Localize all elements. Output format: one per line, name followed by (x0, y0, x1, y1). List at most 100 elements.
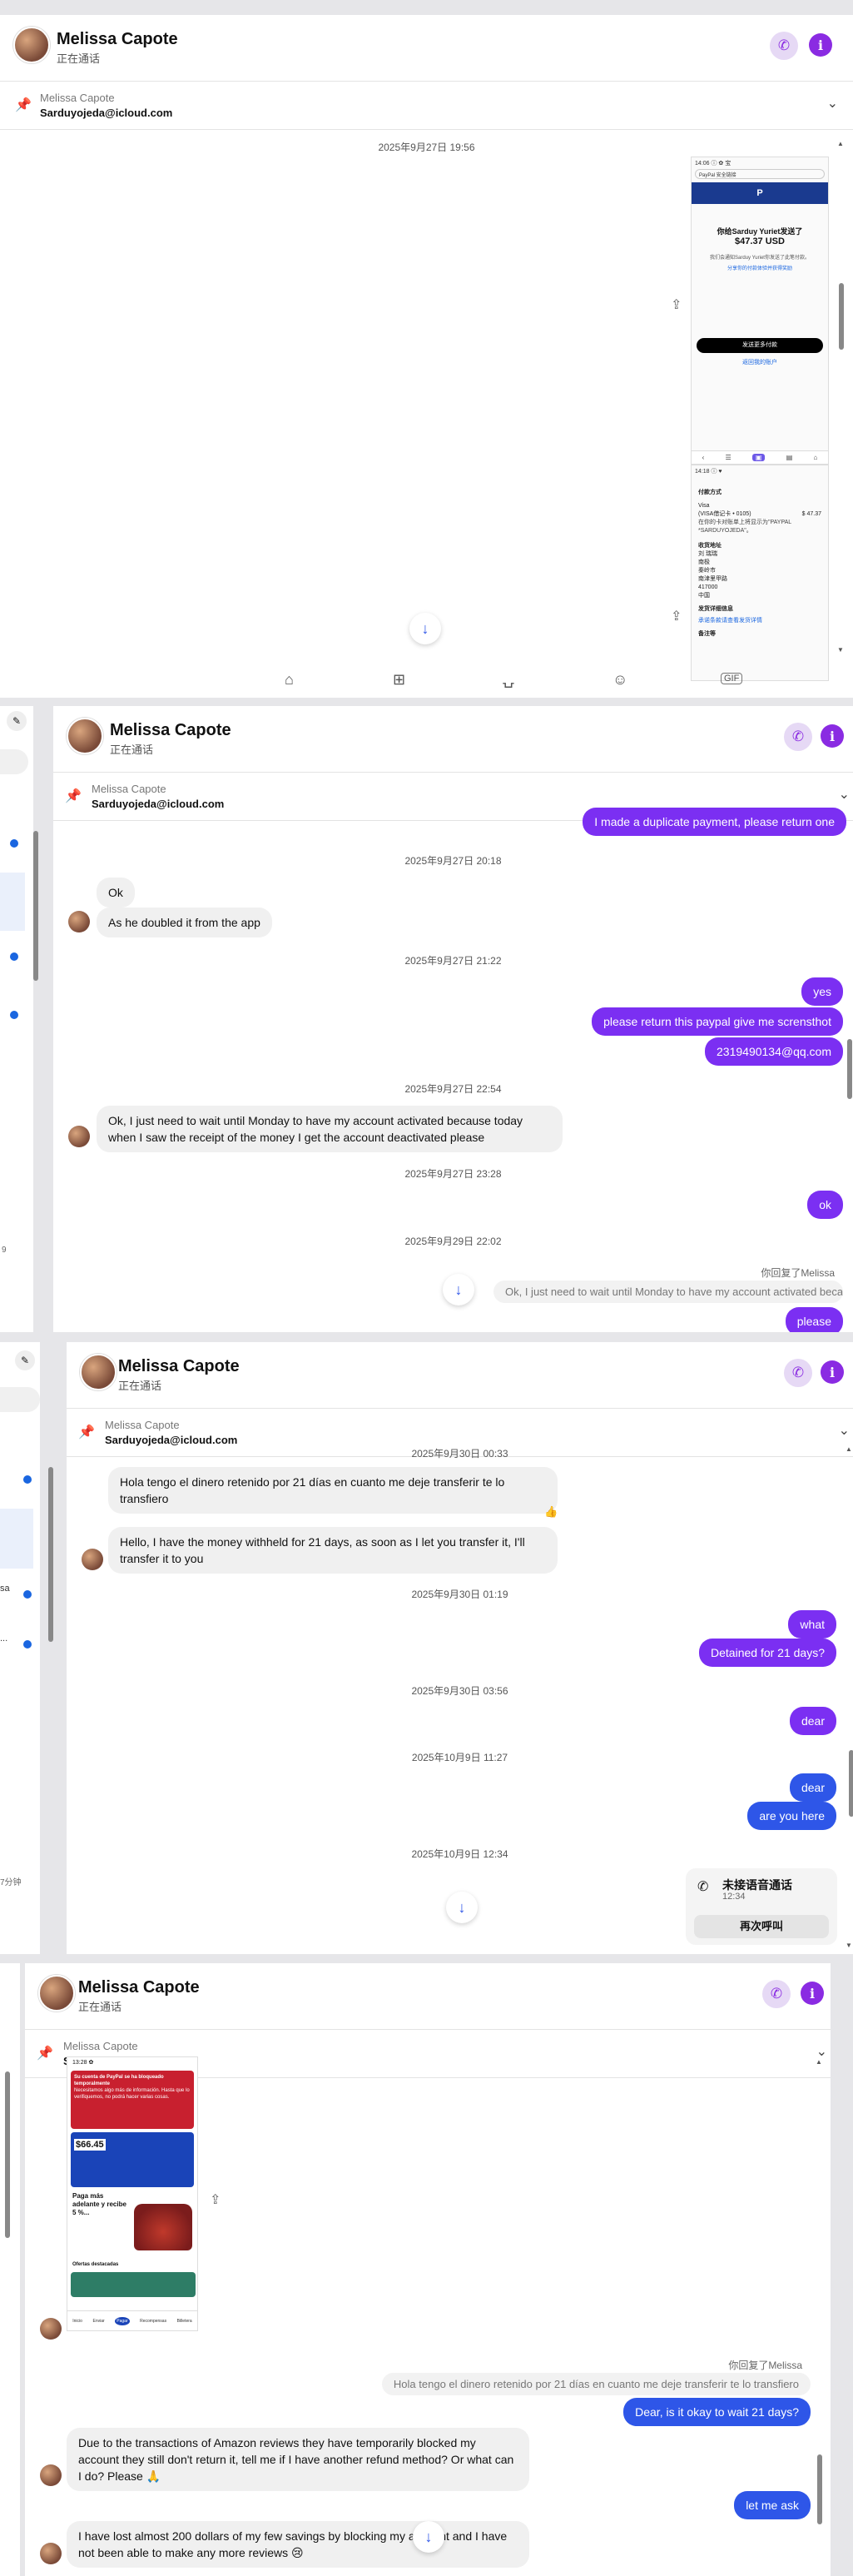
scroll-down-arrow[interactable]: ▼ (846, 1942, 852, 1949)
outgoing-message[interactable]: 2319490134@qq.com (705, 1037, 843, 1066)
contact-name[interactable]: Melissa Capote (57, 30, 178, 49)
scroll-up-arrow[interactable]: ▲ (837, 140, 844, 147)
tab-recompensas: Recompensas (140, 2318, 167, 2324)
outgoing-message[interactable]: Detained for 21 days? (699, 1639, 836, 1667)
share-icon[interactable]: ⇪ (671, 296, 682, 313)
incoming-message[interactable]: Ok, I just need to wait until Monday to … (97, 1106, 563, 1152)
search-input[interactable] (0, 749, 28, 774)
phone-icon[interactable]: ✆ (784, 1359, 812, 1387)
alert-title: Su cuenta de PayPal se ha bloqueado temp… (74, 2075, 164, 2086)
conversation-list: ✎ 9 (0, 706, 38, 1332)
pinned-message[interactable]: 📌 Melissa Capote Sarduyojeda@icloud.com … (0, 82, 853, 130)
compose-icon[interactable]: ✎ (15, 1350, 35, 1370)
status-bar: 14:18 ⓘ ♥ (695, 469, 722, 475)
scrollbar[interactable] (847, 1039, 852, 1099)
notice: 我们会通知Sarduy Yuriet你发送了此笔付款。 (710, 256, 810, 261)
sidebar-scrollbar[interactable] (5, 2071, 10, 2238)
avatar (68, 1126, 90, 1147)
unread-dot (10, 952, 18, 961)
outgoing-message[interactable]: let me ask (734, 2491, 811, 2519)
cart-icon[interactable]: ⍽ (503, 671, 514, 689)
chevron-down-icon[interactable]: ⌄ (839, 1422, 850, 1439)
list-item-selected[interactable] (0, 873, 25, 931)
avatar[interactable] (67, 718, 103, 754)
scroll-to-bottom-button[interactable]: ↓ (413, 2521, 444, 2553)
phone-icon[interactable]: ✆ (784, 723, 812, 751)
outgoing-message[interactable]: dear (789, 1773, 836, 1802)
outgoing-message[interactable]: Dear, is it okay to wait 21 days? (623, 2398, 811, 2426)
scrollbar[interactable] (849, 1750, 853, 1817)
card-amount: $ 47.37 (801, 511, 821, 517)
compose-icon[interactable]: ✎ (7, 711, 27, 731)
scroll-to-bottom-button[interactable]: ↓ (446, 1892, 478, 1923)
info-icon[interactable]: i (821, 724, 844, 748)
pinned-email: Sarduyojeda@icloud.com (92, 798, 225, 810)
chevron-down-icon[interactable]: ⌄ (816, 2043, 827, 2060)
missed-call-title: 未接语音通话 (722, 1878, 792, 1892)
paypal-screenshot-1[interactable]: 14:06 ⓘ ✿ 宝 PayPal 安全链接 P 你给Sarduy Yurie… (691, 157, 829, 465)
chevron-down-icon[interactable]: ⌄ (839, 786, 850, 803)
info-icon[interactable]: i (809, 33, 832, 57)
outgoing-message[interactable]: dear (789, 1707, 836, 1735)
search-input[interactable] (0, 1387, 40, 1412)
avatar[interactable] (38, 1975, 75, 2012)
incoming-message[interactable]: I have lost almost 200 dollars of my few… (67, 2521, 529, 2568)
avatar[interactable] (80, 1354, 117, 1390)
face-icon[interactable]: ☺ (612, 671, 627, 689)
outgoing-message[interactable]: are you here (747, 1802, 836, 1830)
scroll-to-bottom-button[interactable]: ↓ (443, 1274, 474, 1305)
phone-icon[interactable]: ✆ (762, 1980, 791, 2008)
status-bar: 14:06 ⓘ ✿ 宝 (695, 161, 731, 167)
section-title: 收货地址 (698, 543, 722, 549)
scroll-down-arrow[interactable]: ▼ (837, 646, 844, 654)
avatar[interactable] (13, 27, 50, 63)
chat-header: Melissa Capote 正在通话 ✆ i (0, 15, 853, 82)
outgoing-message[interactable]: please (785, 1307, 843, 1332)
add-photo-icon[interactable]: ⊞ (393, 671, 405, 689)
share-icon[interactable]: ⇪ (671, 608, 682, 624)
outgoing-message[interactable]: ok (807, 1191, 843, 1219)
scrollbar[interactable] (817, 2454, 822, 2524)
pin-icon: 📌 (37, 2046, 53, 2061)
contact-name[interactable]: Melissa Capote (118, 1357, 240, 1376)
info-icon[interactable]: i (801, 1982, 824, 2005)
reaction[interactable]: 👍 (544, 1505, 558, 1519)
paypal-screenshot-2[interactable]: 14:18 ⓘ ♥ 付款方式 Visa (VISA借记卡 • 0105) 在你的… (691, 465, 829, 681)
alert-detail: Necesitamos algo más de información. Has… (74, 2088, 190, 2100)
quoted-message[interactable]: Hola tengo el dinero retenido por 21 día… (381, 2373, 811, 2395)
chat-window-2: Melissa Capote 正在通话 ✆ i 📌 Melissa Capote… (53, 706, 853, 1332)
scrollbar[interactable] (839, 283, 844, 350)
incoming-message[interactable]: As he doubled it from the app (97, 908, 272, 937)
chat-header: Melissa Capote 正在通话 ✆ i (25, 1963, 831, 2030)
outgoing-message[interactable]: what (788, 1610, 836, 1639)
list-item-selected[interactable] (0, 1509, 33, 1569)
sidebar-scrollbar[interactable] (48, 1467, 53, 1642)
scroll-up-arrow[interactable]: ▲ (816, 2058, 822, 2066)
address-line: 刘 瑞瑞 (698, 551, 717, 557)
phone-missed-icon: ✆ (697, 1880, 709, 1894)
paypal-app-screenshot[interactable]: 13:28 ✿ Su cuenta de PayPal se ha bloque… (67, 2056, 198, 2331)
contact-name[interactable]: Melissa Capote (110, 721, 231, 740)
call-again-button[interactable]: 再次呼叫 (694, 1915, 829, 1938)
contact-name[interactable]: Melissa Capote (78, 1978, 200, 1997)
sidebar-scrollbar[interactable] (33, 831, 38, 981)
scroll-up-arrow[interactable]: ▲ (846, 1445, 852, 1453)
phone-icon[interactable]: ✆ (770, 32, 798, 60)
share-icon[interactable]: ⇪ (210, 2191, 221, 2208)
outgoing-message[interactable]: please return this paypal give me screns… (592, 1007, 843, 1036)
incoming-message[interactable]: Ok (97, 878, 135, 908)
chevron-down-icon[interactable]: ⌄ (827, 95, 838, 112)
address-line: 中国 (698, 593, 710, 599)
gif-icon[interactable]: GIF (721, 673, 743, 684)
address-line: 秦岭市 (698, 568, 716, 574)
browser-nav: ‹ ☰ ▣ ▤ ⌂ (692, 450, 828, 464)
home-icon[interactable]: ⌂ (285, 671, 294, 689)
info-icon[interactable]: i (821, 1360, 844, 1384)
incoming-message[interactable]: Hola tengo el dinero retenido por 21 día… (108, 1467, 558, 1514)
scroll-to-bottom-button[interactable]: ↓ (409, 613, 441, 644)
outgoing-message[interactable]: yes (801, 977, 843, 1006)
incoming-message[interactable]: Due to the transactions of Amazon review… (67, 2428, 529, 2491)
incoming-message[interactable]: Hello, I have the money withheld for 21 … (108, 1527, 558, 1574)
outgoing-message[interactable]: I made a duplicate payment, please retur… (583, 808, 846, 836)
quoted-message[interactable]: Ok, I just need to wait until Monday to … (493, 1281, 843, 1303)
